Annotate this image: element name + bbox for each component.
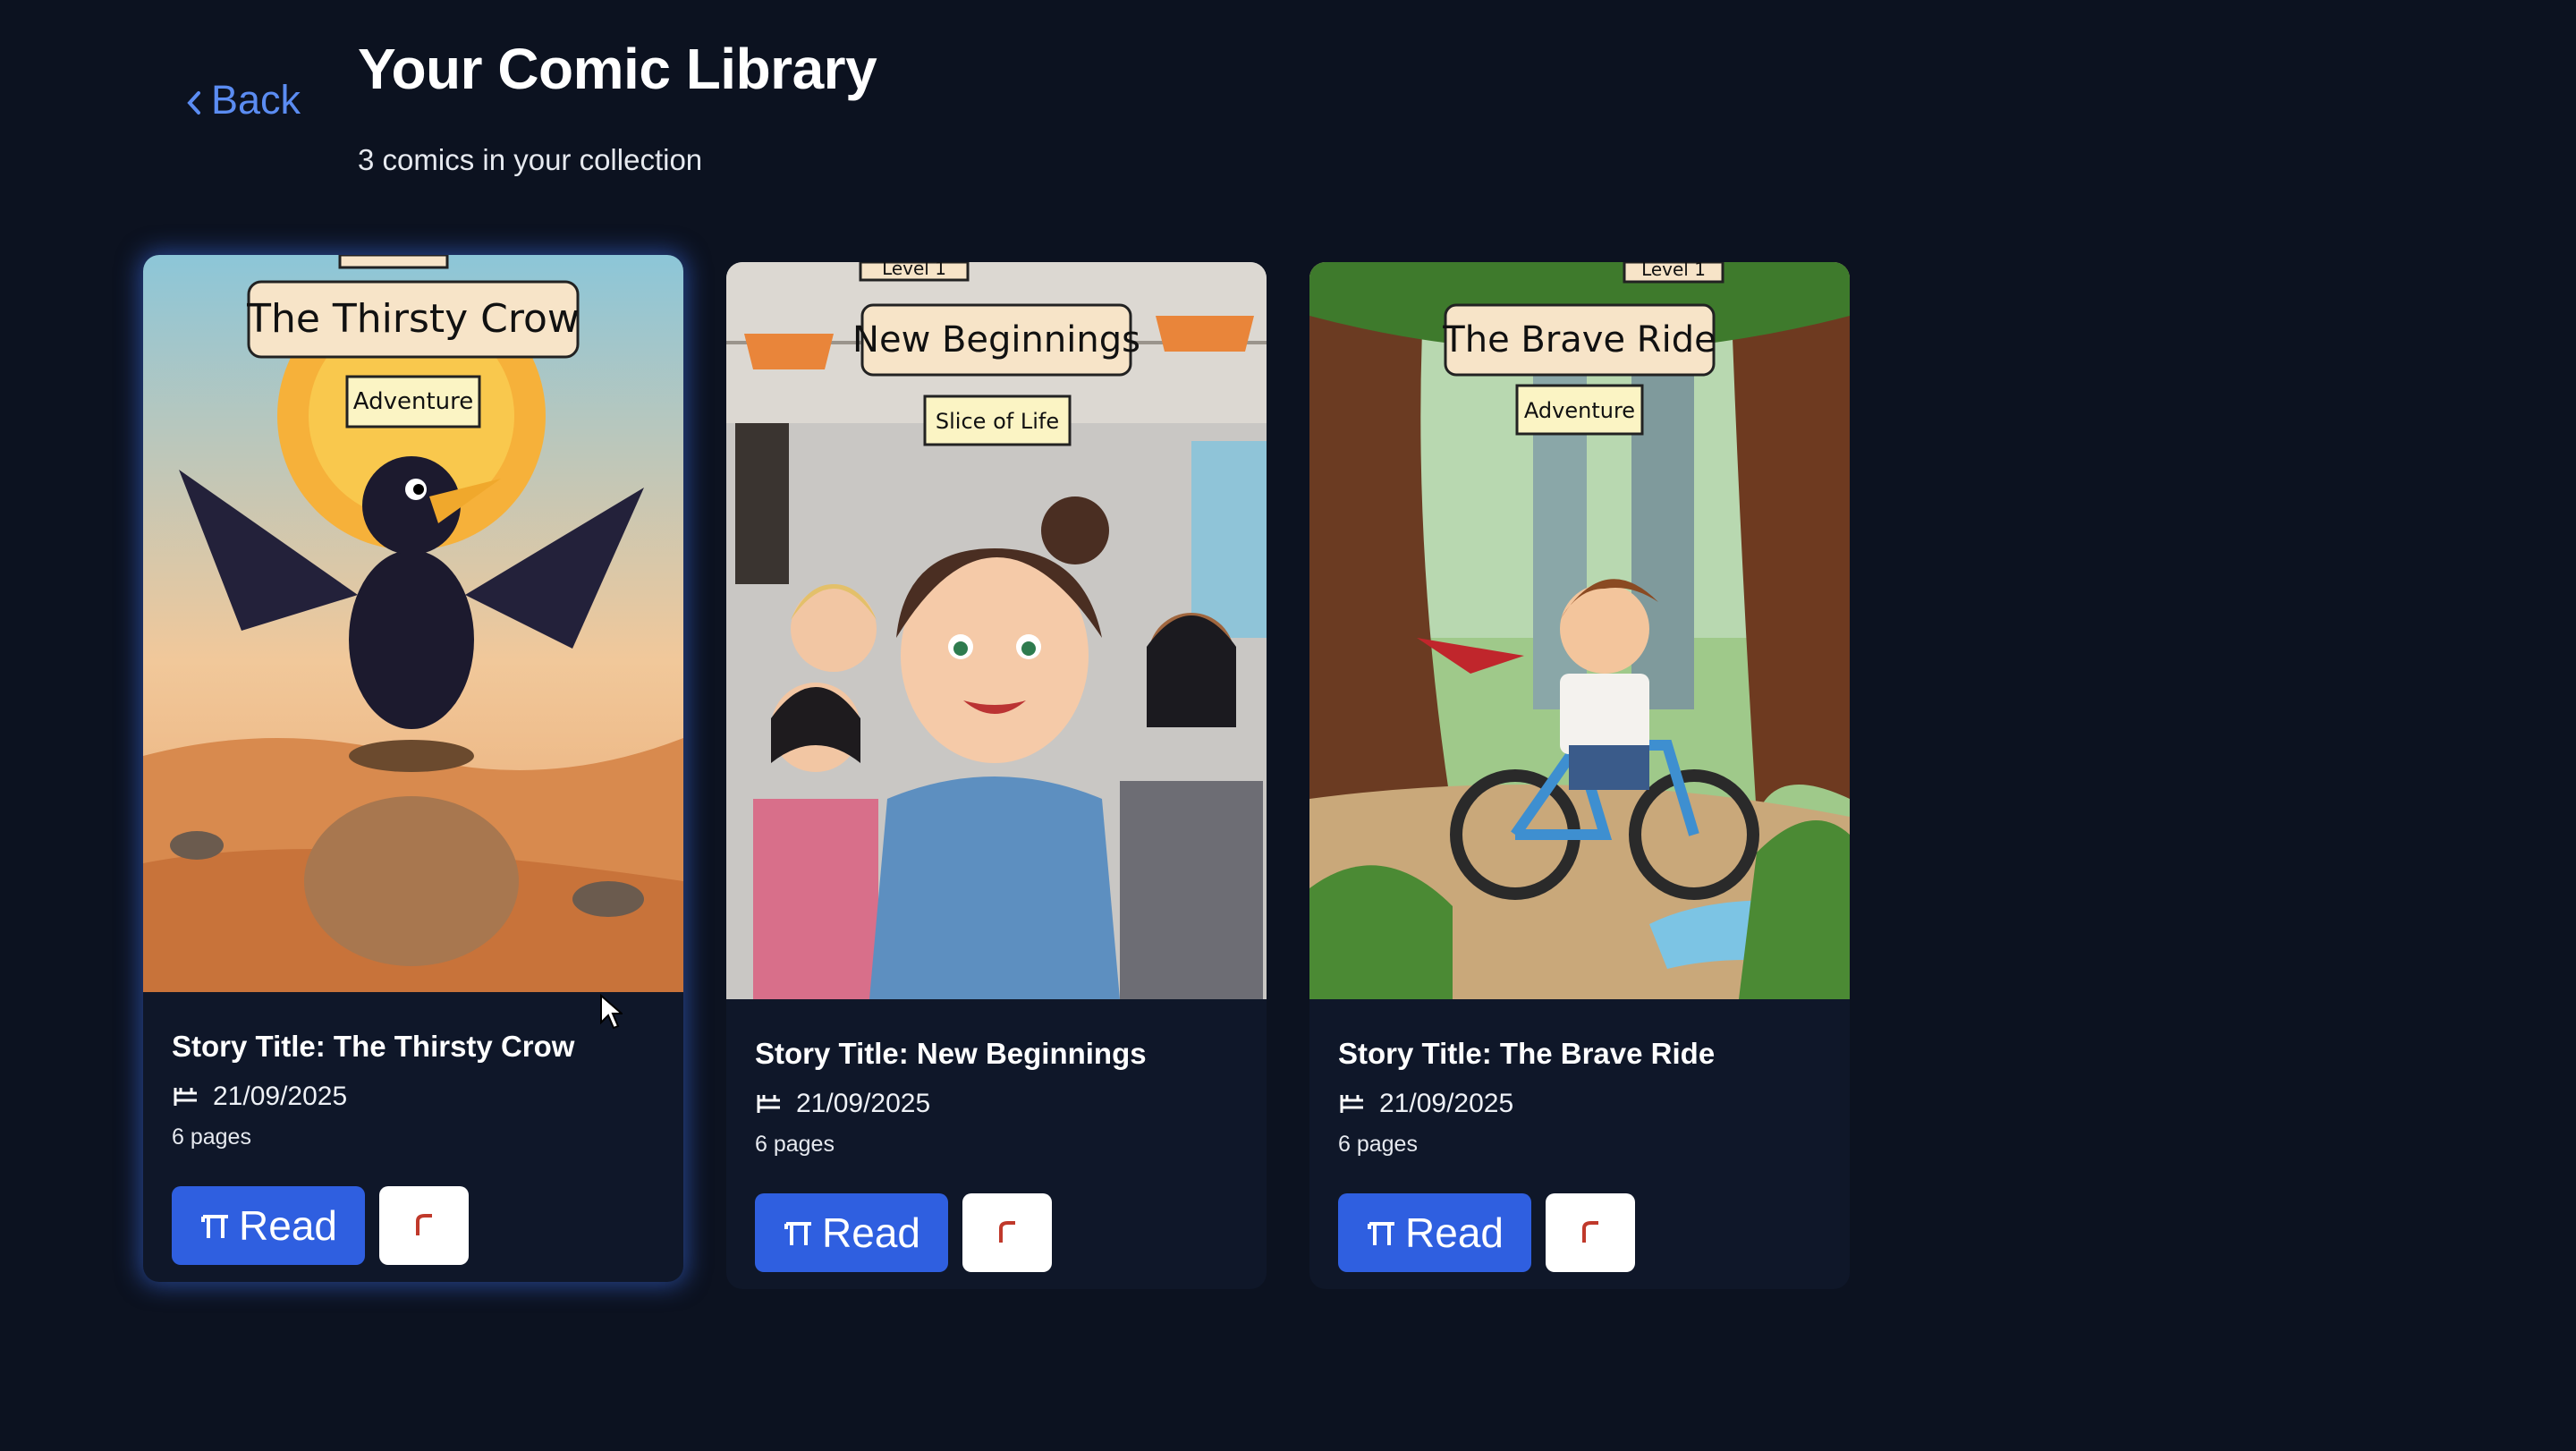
read-label: Read [239, 1202, 337, 1249]
read-label: Read [822, 1209, 920, 1256]
page-count: 6 pages [1338, 1132, 1418, 1157]
cover-genre: Adventure [353, 388, 473, 415]
calendar-icon [1340, 1095, 1363, 1113]
comic-date: 21/09/2025 [1379, 1089, 1514, 1118]
calendar-icon [174, 1088, 197, 1106]
back-label: Back [211, 77, 301, 123]
read-button[interactable]: Read [1338, 1193, 1531, 1272]
delete-button[interactable] [379, 1186, 469, 1265]
comic-date: 21/09/2025 [796, 1089, 931, 1118]
comic-cover-image[interactable]: Level 1 New Beginnings Slice of Life [726, 262, 1267, 999]
cover-title: The Thirsty Crow [246, 296, 580, 342]
story-title: Story Title: New Beginnings [755, 1037, 1147, 1070]
read-label: Read [1405, 1209, 1504, 1256]
trash-icon [416, 1214, 432, 1235]
comic-card[interactable]: Level 1 The Brave Ride Adventure Story T… [1309, 262, 1850, 1289]
chevron-left-icon [187, 91, 200, 115]
page-title: Your Comic Library [358, 37, 877, 101]
read-button[interactable]: Read [755, 1193, 948, 1272]
cover-genre: Slice of Life [936, 409, 1059, 434]
cover-title: New Beginnings [852, 319, 1140, 361]
story-title: Story Title: The Thirsty Crow [172, 1030, 575, 1063]
back-button[interactable]: Back [182, 77, 301, 123]
delete-button[interactable] [962, 1193, 1052, 1272]
read-button[interactable]: Read [172, 1186, 365, 1265]
cover-genre: Adventure [1524, 398, 1635, 423]
trash-icon [1582, 1221, 1598, 1243]
comic-date: 21/09/2025 [213, 1082, 348, 1111]
book-icon [201, 1215, 229, 1238]
calendar-icon [757, 1095, 780, 1113]
book-icon [784, 1222, 812, 1245]
page-count: 6 pages [755, 1132, 835, 1157]
cover-level: Level 1 [1641, 262, 1706, 280]
cover-title: The Brave Ride [1442, 319, 1716, 361]
comic-cover-image[interactable]: The Thirsty Crow Adventure [143, 255, 683, 992]
mouse-cursor-icon [600, 994, 623, 1030]
page-count: 6 pages [172, 1124, 251, 1150]
comic-card[interactable]: The Thirsty Crow Adventure Story Title: … [143, 255, 683, 1282]
collection-count: 3 comics in your collection [358, 143, 703, 176]
delete-button[interactable] [1546, 1193, 1635, 1272]
comic-cover-image[interactable]: Level 1 The Brave Ride Adventure [1309, 262, 1850, 999]
story-title: Story Title: The Brave Ride [1338, 1037, 1716, 1070]
trash-icon [999, 1221, 1015, 1243]
cover-level: Level 1 [882, 262, 946, 279]
book-icon [1368, 1222, 1395, 1245]
comic-card[interactable]: Level 1 New Beginnings Slice of Life Sto… [726, 262, 1267, 1289]
